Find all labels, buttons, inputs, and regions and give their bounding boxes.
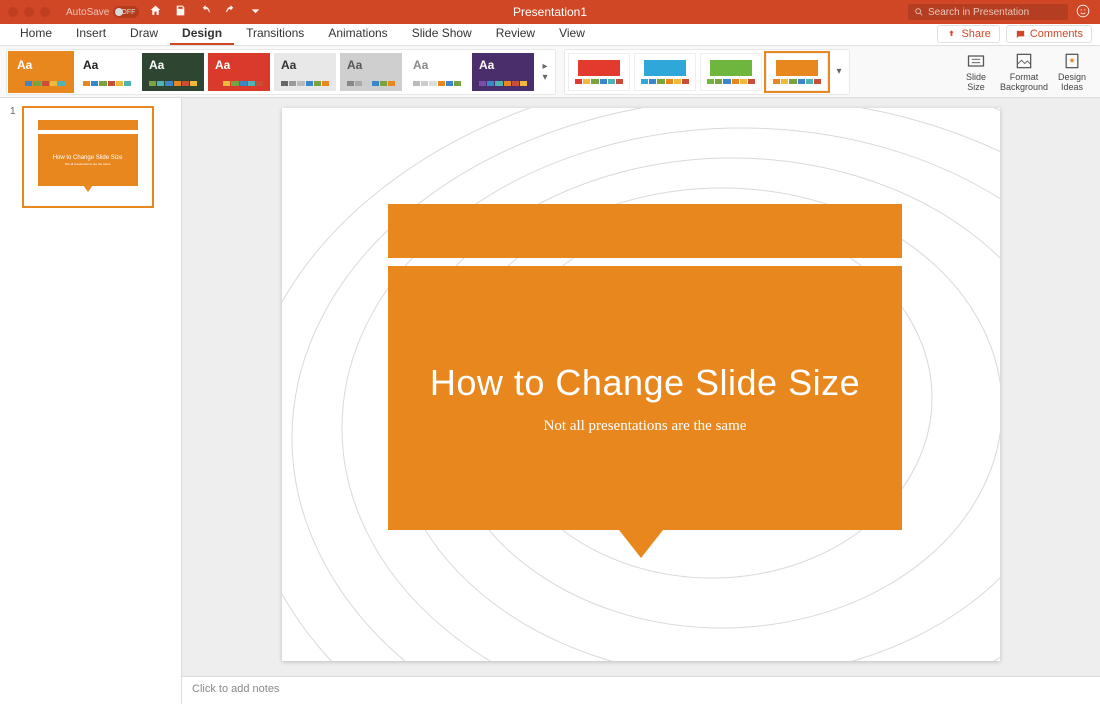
- theme-option-2[interactable]: Aa: [142, 53, 204, 91]
- variants-gallery: ▾: [564, 49, 850, 95]
- slide-size-button[interactable]: Slide Size: [954, 51, 998, 93]
- variant-option-0[interactable]: [568, 53, 630, 91]
- slide-thumbnail-1[interactable]: How to Change Slide Size Not all present…: [22, 106, 154, 208]
- tab-home[interactable]: Home: [8, 22, 64, 45]
- slide-thumbnails-panel: 1 How to Change Slide Size Not all prese…: [0, 98, 182, 704]
- save-icon[interactable]: [174, 4, 187, 20]
- window-controls[interactable]: [0, 7, 50, 17]
- speech-pointer: [619, 530, 663, 558]
- slide-1[interactable]: How to Change Slide Size Not all present…: [282, 108, 1000, 661]
- design-ribbon: AaAaAaAaAaAaAaAa ▸▾ ▾ Slide Size Format …: [0, 46, 1100, 98]
- slide-canvas[interactable]: How to Change Slide Size Not all present…: [182, 98, 1100, 676]
- tab-design[interactable]: Design: [170, 22, 234, 45]
- search-input[interactable]: Search in Presentation: [908, 4, 1068, 20]
- overflow-icon[interactable]: [249, 4, 262, 20]
- home-icon[interactable]: [149, 4, 162, 20]
- theme-option-3[interactable]: Aa: [208, 53, 270, 91]
- tab-draw[interactable]: Draw: [118, 22, 170, 45]
- share-button[interactable]: Share: [937, 25, 999, 43]
- undo-icon[interactable]: [199, 4, 212, 20]
- slide-title[interactable]: How to Change Slide Size: [430, 362, 860, 404]
- title-accent-bar: [388, 204, 902, 258]
- thumbnail-number: 1: [10, 106, 16, 208]
- themes-more-button[interactable]: ▸▾: [538, 61, 552, 83]
- variants-more-button[interactable]: ▾: [832, 66, 846, 77]
- variant-option-1[interactable]: [634, 53, 696, 91]
- tab-animations[interactable]: Animations: [316, 22, 399, 45]
- themes-gallery: AaAaAaAaAaAaAaAa ▸▾: [6, 49, 556, 95]
- theme-option-4[interactable]: Aa: [274, 53, 336, 91]
- design-ideas-button[interactable]: Design Ideas: [1050, 51, 1094, 93]
- tab-slide-show[interactable]: Slide Show: [400, 22, 484, 45]
- slide-subtitle[interactable]: Not all presentations are the same: [544, 418, 747, 435]
- document-title: Presentation1: [513, 5, 587, 19]
- variant-option-3[interactable]: [766, 53, 828, 91]
- theme-option-1[interactable]: Aa: [76, 53, 138, 91]
- notes-pane[interactable]: Click to add notes: [182, 676, 1100, 704]
- tab-review[interactable]: Review: [484, 22, 547, 45]
- theme-option-0[interactable]: Aa: [10, 53, 72, 91]
- comments-button[interactable]: Comments: [1006, 25, 1092, 43]
- tab-view[interactable]: View: [547, 22, 597, 45]
- titlebar: AutoSave OFF Presentation1 Search in Pre…: [0, 0, 1100, 24]
- ribbon-tabs: HomeInsertDrawDesignTransitionsAnimation…: [0, 24, 1100, 46]
- variant-option-2[interactable]: [700, 53, 762, 91]
- title-text-box[interactable]: How to Change Slide Size Not all present…: [388, 266, 902, 530]
- theme-option-6[interactable]: Aa: [406, 53, 468, 91]
- account-icon[interactable]: [1076, 4, 1090, 21]
- autosave-toggle[interactable]: AutoSave OFF: [66, 6, 135, 18]
- theme-option-7[interactable]: Aa: [472, 53, 534, 91]
- tab-insert[interactable]: Insert: [64, 22, 118, 45]
- theme-option-5[interactable]: Aa: [340, 53, 402, 91]
- tab-transitions[interactable]: Transitions: [234, 22, 316, 45]
- redo-icon[interactable]: [224, 4, 237, 20]
- format-background-button[interactable]: Format Background: [1002, 51, 1046, 93]
